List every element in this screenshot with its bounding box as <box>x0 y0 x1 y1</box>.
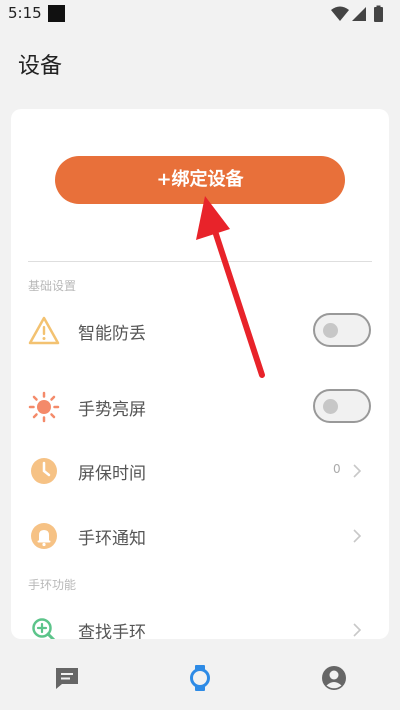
clock-icon <box>31 458 57 484</box>
setting-row-band-notifications[interactable]: 手环通知 <box>11 511 389 561</box>
setting-row-find-band[interactable]: 查找手环 <box>11 605 389 639</box>
status-icons <box>331 5 383 22</box>
setting-row-label: 查找手环 <box>78 623 146 639</box>
settings-card: +绑定设备 基础设置 智能防丢 手势亮屏 屏保时间 0 手环通知 手环功能 查找… <box>11 109 389 639</box>
section-label-band: 手环功能 <box>28 578 77 592</box>
toggle-knob <box>323 399 338 414</box>
page-title: 设备 <box>18 54 63 79</box>
gesture-wake-toggle[interactable] <box>313 389 371 423</box>
magnifier-plus-icon <box>32 618 56 639</box>
notification-square-icon <box>48 5 65 22</box>
status-bar: 5:15 <box>0 0 400 28</box>
setting-row-label: 屏保时间 <box>78 464 146 484</box>
bind-device-button[interactable]: +绑定设备 <box>55 156 345 204</box>
status-time: 5:15 <box>8 4 42 22</box>
watch-icon[interactable] <box>186 664 214 692</box>
setting-row-label: 智能防丢 <box>78 324 146 344</box>
chevron-right-icon <box>353 623 362 637</box>
battery-icon <box>374 7 383 22</box>
divider <box>28 261 372 262</box>
setting-row-label: 手环通知 <box>78 529 146 549</box>
chevron-right-icon <box>353 529 362 543</box>
setting-row-anti-lost[interactable]: 智能防丢 <box>11 306 389 356</box>
chevron-right-icon <box>353 464 362 478</box>
anti-lost-toggle[interactable] <box>313 313 371 347</box>
chat-bubble-icon[interactable] <box>53 664 81 692</box>
setting-row-screen-timeout[interactable]: 屏保时间 0 <box>11 446 389 496</box>
wifi-icon <box>331 6 349 21</box>
profile-icon[interactable] <box>320 664 348 692</box>
sun-icon <box>28 391 60 423</box>
bell-icon <box>31 523 57 549</box>
warning-triangle-icon <box>28 316 60 345</box>
setting-row-label: 手势亮屏 <box>78 400 146 420</box>
cell-signal-icon <box>352 7 366 21</box>
section-label-basic: 基础设置 <box>28 279 77 293</box>
toggle-knob <box>323 323 338 338</box>
screen-timeout-value: 0 <box>333 462 341 476</box>
setting-row-gesture-wake[interactable]: 手势亮屏 <box>11 382 389 432</box>
bottom-nav <box>0 640 400 710</box>
